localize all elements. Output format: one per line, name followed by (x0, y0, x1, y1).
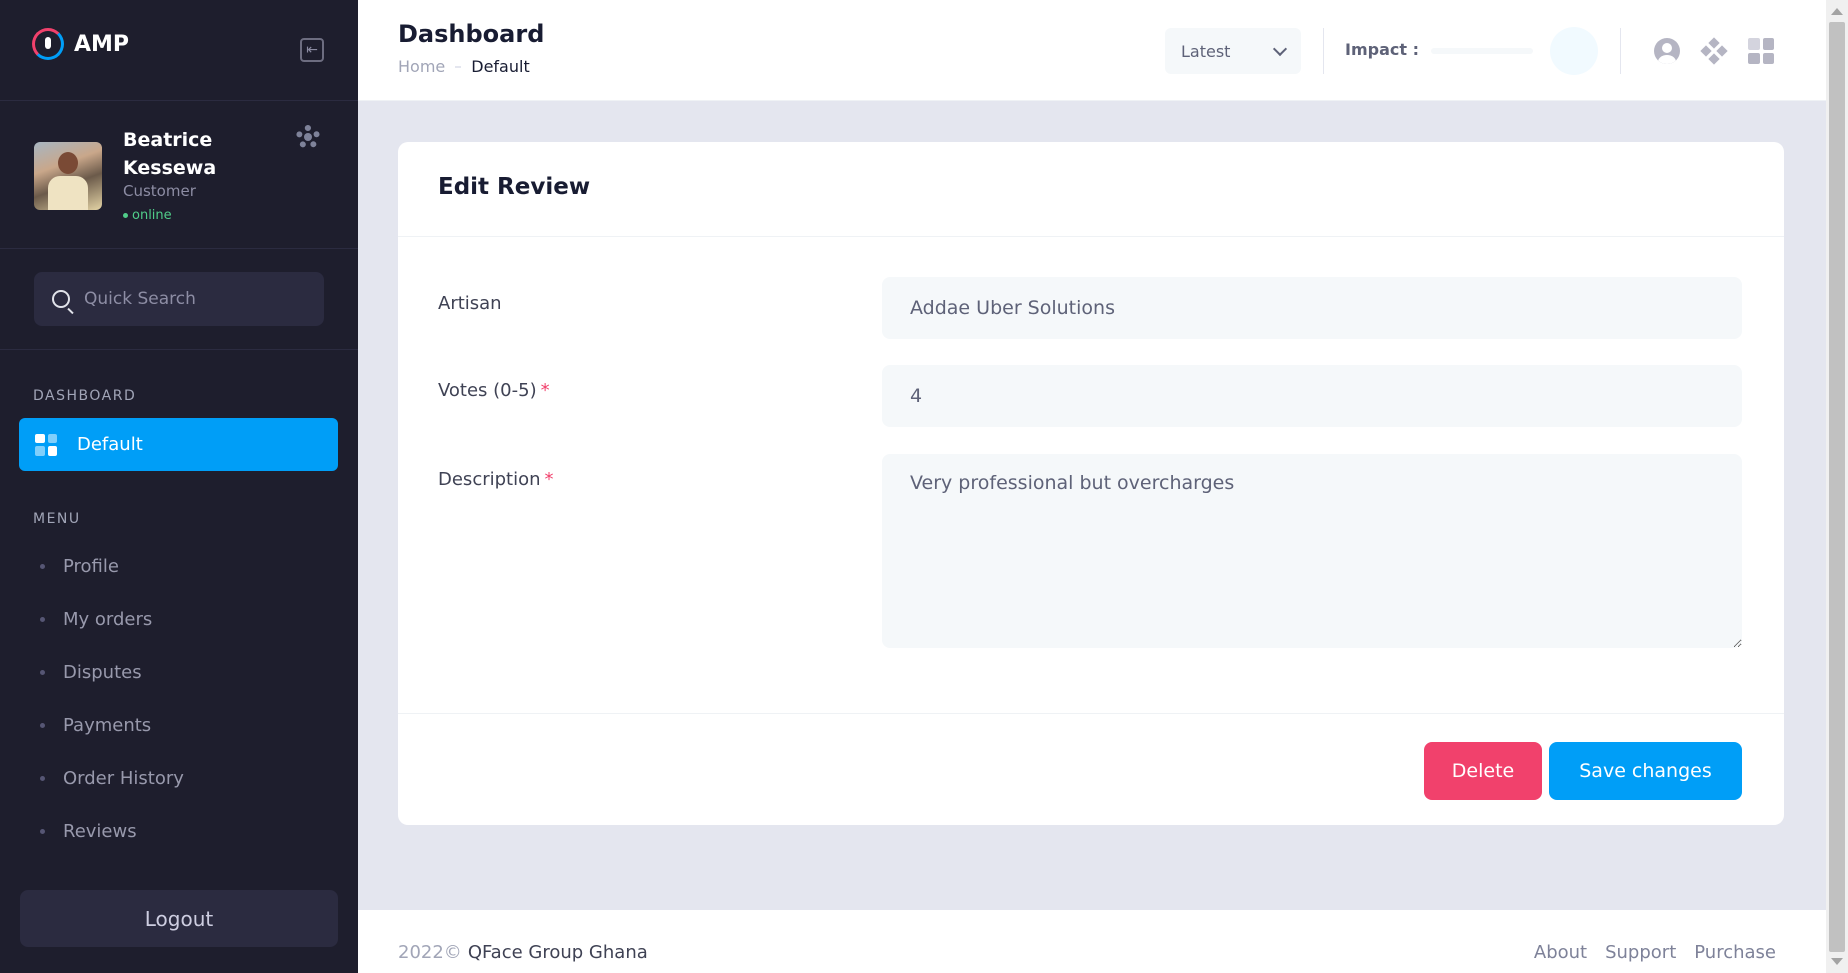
grid-icon (35, 433, 57, 456)
card-divider (398, 236, 1784, 237)
layout-icon[interactable] (1748, 38, 1774, 64)
sidebar: AMP ⇤ Beatrice Kessewa Customer online D… (0, 0, 358, 973)
artisan-field[interactable] (882, 277, 1742, 339)
sidebar-item-reviews[interactable]: Reviews (0, 805, 358, 858)
sidebar-item-label: Order History (63, 768, 184, 789)
chevron-down-icon (1272, 41, 1288, 56)
user-name[interactable]: Beatrice Kessewa (123, 126, 293, 182)
footer: 2022© QFace Group Ghana About Support Pur… (358, 910, 1826, 973)
footer-links: About Support Purchase (1534, 942, 1776, 963)
gear-icon[interactable] (296, 125, 320, 149)
card-title: Edit Review (438, 174, 591, 200)
sidebar-divider (0, 248, 358, 249)
page-title: Dashboard (398, 20, 545, 48)
collapse-icon[interactable]: ⇤ (300, 38, 324, 62)
footer-link-about[interactable]: About (1534, 942, 1587, 963)
bullet-icon (40, 776, 45, 781)
bullet-icon (40, 617, 45, 622)
brand-logo-icon (32, 28, 64, 60)
brand[interactable]: AMP (32, 28, 129, 60)
user-role: Customer (123, 182, 196, 200)
sidebar-item-disputes[interactable]: Disputes (0, 646, 358, 699)
bullet-icon (40, 723, 45, 728)
sidebar-item-label: Reviews (63, 821, 137, 842)
sidebar-divider (0, 349, 358, 350)
required-mark: * (544, 469, 554, 490)
footer-link-purchase[interactable]: Purchase (1694, 942, 1776, 963)
header: Dashboard Home Default Latest Impact : (358, 0, 1826, 101)
search-input[interactable] (84, 289, 304, 309)
card-divider (398, 713, 1784, 714)
votes-field[interactable] (882, 365, 1742, 427)
description-label: Description * (438, 469, 554, 490)
sidebar-item-label: Default (77, 434, 143, 455)
bullet-icon (40, 670, 45, 675)
scroll-thumb[interactable] (1829, 22, 1845, 952)
bullet-icon (40, 564, 45, 569)
brand-name: AMP (74, 31, 130, 57)
delete-button[interactable]: Delete (1424, 742, 1542, 800)
sidebar-item-default[interactable]: Default (19, 418, 338, 471)
scroll-up-icon[interactable] (1831, 8, 1843, 15)
sidebar-item-label: My orders (63, 609, 153, 630)
user-card: Beatrice Kessewa Customer online (34, 126, 334, 223)
filter-select[interactable]: Latest (1165, 28, 1301, 74)
user-status: online (123, 208, 172, 223)
scroll-down-icon[interactable] (1831, 958, 1843, 965)
sidebar-item-label: Payments (63, 715, 152, 736)
section-label-dashboard: DASHBOARD (33, 388, 137, 404)
impact-indicator (1550, 27, 1598, 75)
required-mark: * (540, 380, 550, 401)
sidebar-item-payments[interactable]: Payments (0, 699, 358, 752)
breadcrumb-current: Default (471, 57, 530, 76)
scrollbar[interactable] (1826, 0, 1848, 973)
impact-label: Impact : (1345, 40, 1419, 59)
user-icon[interactable] (1654, 38, 1680, 64)
edit-review-card: Edit Review Artisan Votes (0-5)* Descrip… (398, 142, 1784, 825)
votes-label: Votes (0-5) * (438, 380, 550, 401)
user-status-label: online (132, 208, 172, 223)
description-field[interactable]: Very professional but overcharges (882, 454, 1742, 648)
footer-org-link[interactable]: QFace Group Ghana (468, 942, 648, 963)
sidebar-divider (0, 100, 358, 101)
bullet-icon (40, 829, 45, 834)
footer-copyright: 2022© QFace Group Ghana (398, 942, 648, 963)
avatar[interactable] (34, 142, 102, 210)
sidebar-item-label: Disputes (63, 662, 142, 683)
save-button[interactable]: Save changes (1549, 742, 1742, 800)
artisan-label: Artisan (438, 293, 502, 314)
header-separator (1323, 28, 1324, 74)
header-separator (1620, 28, 1621, 74)
logout-button[interactable]: Logout (20, 890, 338, 947)
sidebar-item-label: Profile (63, 556, 119, 577)
section-label-menu: MENU (33, 511, 81, 527)
breadcrumb-home[interactable]: Home (398, 57, 445, 76)
apps-icon[interactable] (1700, 37, 1728, 65)
quick-search[interactable] (34, 272, 324, 326)
breadcrumb-separator (455, 65, 462, 68)
impact-progress (1431, 48, 1533, 54)
breadcrumb: Home Default (398, 57, 530, 76)
footer-link-support[interactable]: Support (1605, 942, 1676, 963)
menu-list: Profile My orders Disputes Payments Orde… (0, 540, 358, 858)
status-dot-icon (123, 213, 128, 218)
search-icon (52, 290, 70, 308)
footer-year: 2022© (398, 942, 462, 963)
sidebar-item-order-history[interactable]: Order History (0, 752, 358, 805)
filter-select-value: Latest (1181, 41, 1231, 61)
sidebar-item-my-orders[interactable]: My orders (0, 593, 358, 646)
sidebar-item-profile[interactable]: Profile (0, 540, 358, 593)
